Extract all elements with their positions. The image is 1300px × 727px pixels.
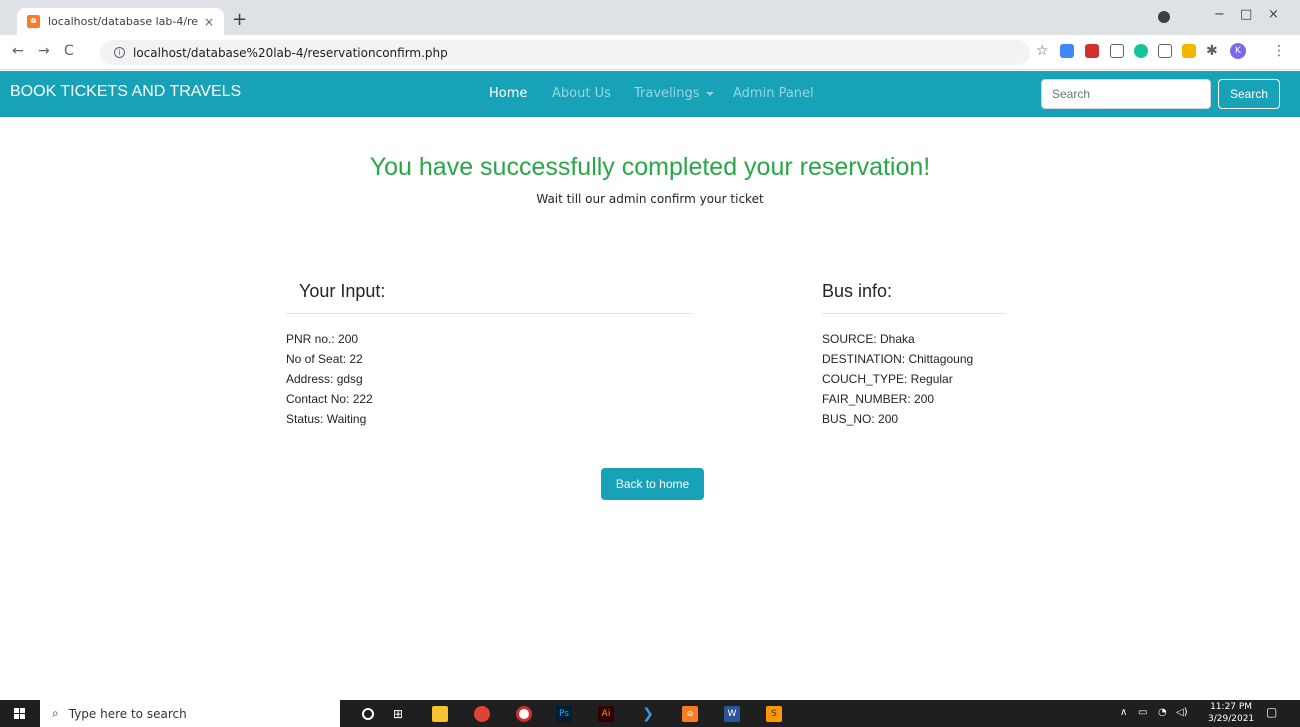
success-subline: Wait till our admin confirm your ticket bbox=[536, 192, 764, 206]
illustrator-icon[interactable]: Ai bbox=[598, 706, 614, 722]
powershell-icon[interactable]: ❯ bbox=[640, 706, 656, 722]
clock-time: 11:27 PM bbox=[1210, 702, 1253, 712]
extension-icon[interactable] bbox=[1182, 44, 1196, 58]
profile-avatar-icon[interactable]: K bbox=[1230, 43, 1246, 59]
address-bar[interactable]: i localhost/database%20lab-4/reservation… bbox=[100, 40, 1030, 65]
bus-couch-type: COUCH_TYPE: Regular bbox=[822, 372, 953, 386]
site-navbar: BOOK TICKETS AND TRAVELS Home About Us T… bbox=[0, 71, 1300, 117]
input-status: Status: Waiting bbox=[286, 412, 367, 426]
back-to-home-button[interactable]: Back to home bbox=[601, 468, 704, 500]
notification-center-icon[interactable]: ▢ bbox=[1266, 705, 1277, 719]
grammarly-extension-icon[interactable] bbox=[1134, 44, 1148, 58]
camera-extension-icon[interactable] bbox=[1110, 44, 1124, 58]
forward-arrow-icon[interactable]: → bbox=[38, 43, 50, 59]
browser-tab-strip: ɷ localhost/database lab-4/reserva × + −… bbox=[0, 0, 1300, 35]
xampp-favicon-icon: ɷ bbox=[27, 15, 40, 28]
browser-tab-title: localhost/database lab-4/reserva bbox=[48, 15, 198, 28]
translate-extension-icon[interactable] bbox=[1060, 44, 1074, 58]
taskbar-search-placeholder: Type here to search bbox=[68, 706, 187, 721]
tray-chevron-icon[interactable]: ∧ bbox=[1120, 707, 1127, 718]
pdf-extension-icon[interactable] bbox=[1085, 44, 1099, 58]
input-seat-count: No of Seat: 22 bbox=[286, 352, 363, 366]
cortana-icon[interactable] bbox=[362, 708, 374, 720]
success-headline: You have successfully completed your res… bbox=[369, 153, 931, 181]
bus-section-title: Bus info: bbox=[822, 281, 893, 301]
nav-travelings-label: Travelings bbox=[634, 86, 700, 101]
browser-tab[interactable]: ɷ localhost/database lab-4/reserva × bbox=[17, 8, 224, 35]
bus-number: BUS_NO: 200 bbox=[822, 412, 899, 426]
input-pnr: PNR no.: 200 bbox=[286, 332, 359, 346]
new-tab-button[interactable]: + bbox=[232, 9, 247, 30]
search-input[interactable] bbox=[1041, 79, 1211, 109]
record-icon[interactable] bbox=[516, 706, 532, 722]
taskbar-search-box[interactable]: ⌕ Type here to search bbox=[40, 700, 340, 727]
kebab-menu-icon[interactable]: ⋮ bbox=[1272, 43, 1286, 59]
battery-icon[interactable]: ▭ bbox=[1138, 707, 1147, 718]
address-url: localhost/database%20lab-4/reservationco… bbox=[133, 45, 448, 60]
minimize-button[interactable]: − bbox=[1214, 7, 1225, 22]
back-arrow-icon[interactable]: ← bbox=[12, 43, 24, 59]
dropdown-caret-icon bbox=[705, 91, 714, 96]
bus-fair-number: FAIR_NUMBER: 200 bbox=[822, 392, 935, 406]
close-window-button[interactable]: × bbox=[1268, 7, 1279, 22]
input-section-divider bbox=[286, 313, 692, 314]
reload-icon[interactable]: C bbox=[64, 43, 74, 59]
nav-admin-panel[interactable]: Admin Panel bbox=[733, 86, 814, 101]
site-brand[interactable]: BOOK TICKETS AND TRAVELS bbox=[10, 83, 241, 101]
chrome-icon[interactable] bbox=[474, 706, 490, 722]
nav-home[interactable]: Home bbox=[489, 86, 527, 101]
windows-taskbar: ⌕ Type here to search ⊞ Ps Ai ❯ ɷ W S ∧ … bbox=[0, 700, 1300, 727]
site-info-icon[interactable]: i bbox=[114, 47, 125, 58]
bookmark-star-icon[interactable]: ☆ bbox=[1036, 43, 1049, 59]
close-tab-icon[interactable]: × bbox=[204, 15, 214, 29]
extension-icon[interactable] bbox=[1158, 44, 1172, 58]
photoshop-icon[interactable]: Ps bbox=[556, 706, 572, 722]
input-address: Address: gdsg bbox=[286, 372, 363, 386]
file-explorer-icon[interactable] bbox=[432, 706, 448, 722]
profile-menu-icon[interactable] bbox=[1158, 11, 1170, 23]
volume-icon[interactable]: ◁) bbox=[1176, 707, 1188, 718]
nav-travelings[interactable]: Travelings bbox=[634, 86, 714, 101]
clock-date: 3/29/2021 bbox=[1208, 714, 1255, 724]
xampp-icon[interactable]: ɷ bbox=[682, 706, 698, 722]
windows-start-icon[interactable] bbox=[14, 708, 26, 720]
bus-source: SOURCE: Dhaka bbox=[822, 332, 915, 346]
search-button[interactable]: Search bbox=[1218, 79, 1280, 109]
bus-destination: DESTINATION: Chittagoung bbox=[822, 352, 974, 366]
bus-section-divider bbox=[822, 313, 1006, 314]
maximize-button[interactable]: □ bbox=[1240, 7, 1252, 22]
input-section-title: Your Input: bbox=[299, 281, 386, 301]
input-contact: Contact No: 222 bbox=[286, 392, 373, 406]
search-icon: ⌕ bbox=[52, 706, 59, 720]
puzzle-extensions-icon[interactable]: ✱ bbox=[1206, 43, 1218, 59]
nav-about-us[interactable]: About Us bbox=[552, 86, 611, 101]
wifi-icon[interactable]: ◔ bbox=[1158, 707, 1167, 718]
word-icon[interactable]: W bbox=[724, 706, 740, 722]
sublime-text-icon[interactable]: S bbox=[766, 706, 782, 722]
task-view-icon[interactable]: ⊞ bbox=[390, 706, 406, 722]
browser-toolbar: ← → C i localhost/database%20lab-4/reser… bbox=[0, 35, 1300, 70]
taskbar-clock[interactable]: 11:27 PM 3/29/2021 bbox=[1208, 701, 1254, 725]
